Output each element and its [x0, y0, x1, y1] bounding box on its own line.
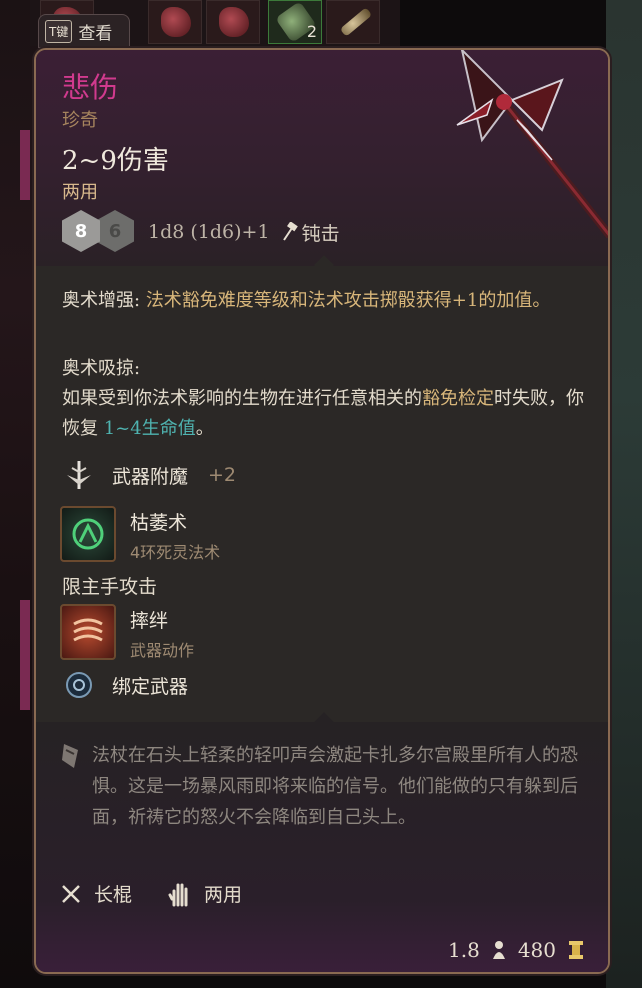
inspect-label: 查看	[78, 23, 113, 44]
item-rarity: 珍奇	[62, 110, 98, 131]
enchant-label: 武器附魔	[112, 465, 189, 488]
arcane-enhance: 奥术增强: 法术豁免难度等级和法术攻击掷骰获得+1的加值。	[62, 286, 592, 316]
hotbar-slot[interactable]	[148, 0, 202, 44]
action-row[interactable]: 摔绊 武器动作	[60, 604, 194, 661]
arcane-drain-end: 。	[195, 418, 214, 439]
arcane-drain-prefix: 如果受到你法术影响的生物在进行任意相关的	[62, 388, 422, 409]
weapon-type: 长棍	[94, 884, 133, 906]
arcane-drain-keyword[interactable]: 豁免检定	[422, 388, 494, 409]
d6-die-icon: 6	[96, 210, 134, 252]
item-damage: 2~9伤害	[62, 146, 169, 176]
item-value: 480	[517, 938, 556, 962]
d8-die-icon: 8	[62, 210, 100, 252]
blight-spell-icon	[60, 506, 116, 562]
hotbar-slot[interactable]	[206, 0, 260, 44]
spell-name: 枯萎术	[130, 512, 188, 534]
item-props: 长棍 两用	[60, 880, 242, 907]
inspect-button[interactable]: T键 查看	[38, 14, 130, 48]
spell-row[interactable]: 枯萎术 4环死灵法术	[60, 506, 220, 563]
item-footer: 1.8 480	[448, 938, 586, 962]
arcane-drain-heal: 1~4生命值	[103, 418, 196, 439]
quarterstaff-icon	[62, 884, 80, 903]
weight-icon	[492, 941, 505, 959]
hotbar-slot[interactable]	[326, 0, 380, 44]
bind-label: 绑定武器	[112, 675, 189, 698]
inspect-key: T键	[45, 19, 73, 43]
action-sub: 武器动作	[130, 641, 195, 660]
handedness-prop: 两用	[204, 884, 243, 906]
item-name: 悲伤	[62, 71, 119, 104]
dice-formula: 1d8 (1d6)+1	[148, 221, 270, 243]
spell-sub: 4环死灵法术	[130, 543, 221, 562]
bind-weapon-icon	[60, 666, 98, 704]
dice-row: 8 6 1d8 (1d6)+1 钝击	[62, 210, 340, 254]
dice-group: 8 6	[62, 210, 138, 254]
mainhand-label: 限主手攻击	[62, 576, 158, 598]
enchant-value: +2	[208, 464, 237, 486]
action-name: 摔绊	[130, 610, 169, 632]
topple-action-icon	[60, 604, 116, 660]
bind-row[interactable]: 绑定武器	[60, 666, 188, 704]
key-icon	[339, 7, 373, 37]
lore-scroll-icon	[60, 742, 82, 774]
gold-icon	[569, 941, 583, 959]
arcane-drain: 奥术吸掠: 如果受到你法术影响的生物在进行任意相关的豁免检定时失败，你恢复 1~…	[62, 354, 592, 444]
hotbar-slot[interactable]: 2	[268, 0, 322, 44]
arcane-drain-label: 奥术吸掠:	[62, 358, 141, 379]
item-handedness: 两用	[62, 182, 98, 203]
damage-type: 钝击	[301, 222, 340, 245]
two-hand-icon	[168, 883, 188, 906]
item-weight: 1.8	[448, 938, 480, 962]
item-lore: 法杖在石头上轻柔的轻叩声会激起卡扎多尔宫殿里所有人的恐惧。这是一场暴风雨即将来临…	[92, 745, 578, 828]
arcane-enhance-text: 法术豁免难度等级和法术攻击掷骰获得+1的加值。	[145, 290, 551, 311]
sword-enchant-icon	[60, 456, 98, 494]
item-icon	[219, 7, 249, 37]
background-strip	[20, 130, 30, 200]
enchant-row[interactable]: 武器附魔 +2	[60, 456, 236, 494]
item-tooltip: 悲伤 珍奇 2~9伤害 两用 8 6 1d8 (1d6)+1 钝击 奥术增强: …	[34, 48, 610, 974]
weapon-art	[456, 50, 608, 239]
background-right	[606, 0, 642, 988]
hammer-icon	[282, 222, 298, 241]
slot-count: 2	[306, 22, 317, 41]
item-icon	[161, 7, 191, 37]
arcane-enhance-label: 奥术增强:	[62, 290, 141, 311]
background-strip	[20, 600, 30, 710]
